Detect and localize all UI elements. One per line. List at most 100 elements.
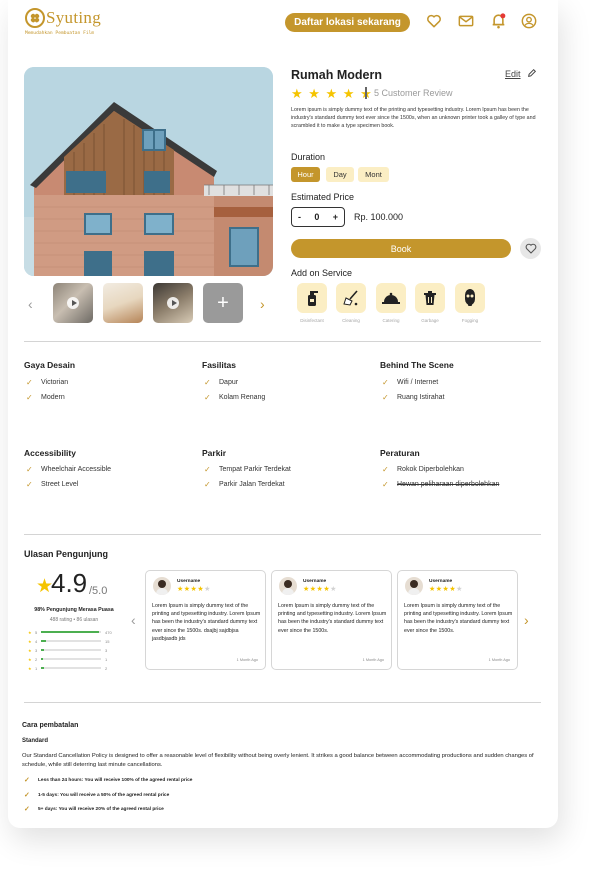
review-count[interactable]: 5 Customer Review xyxy=(374,88,453,98)
register-location-button[interactable]: Daftar lokasi sekarang xyxy=(285,13,410,32)
add-on-label: Add on Service xyxy=(291,268,353,278)
rating-bar-fill xyxy=(41,649,44,651)
check-icon: ✓ xyxy=(26,465,33,474)
heart-icon[interactable] xyxy=(426,13,442,29)
rating-stars: ★ ★ ★ ★ ★ xyxy=(291,86,373,101)
rating-bar-fill xyxy=(41,667,44,669)
review-stars: ★★★★★ xyxy=(303,586,337,593)
brand-name: Syuting xyxy=(46,8,102,27)
duration-label: Duration xyxy=(291,152,326,162)
main-photo[interactable] xyxy=(24,67,273,276)
rating-bar-track xyxy=(41,667,101,669)
section-divider xyxy=(24,702,541,703)
check-icon: ✓ xyxy=(204,465,211,474)
service-cleaning[interactable] xyxy=(336,283,366,313)
pencil-icon[interactable] xyxy=(527,68,537,81)
thumbnail-video-1[interactable] xyxy=(53,283,93,323)
rating-count: 3 xyxy=(105,647,108,653)
spray-bottle-icon xyxy=(308,291,318,306)
check-icon: ✓ xyxy=(382,393,389,402)
service-label: Fogging xyxy=(461,318,479,323)
reviewer-name: Username xyxy=(429,579,453,584)
feature-item: ✓ Tempat Parkir Terdekat xyxy=(204,465,291,474)
play-icon xyxy=(167,297,179,309)
rating-bar-fill xyxy=(41,640,46,642)
listing-title: Rumah Modern xyxy=(291,68,382,82)
check-icon: ✓ xyxy=(204,393,211,402)
feature-item: ✓ Street Level xyxy=(26,480,79,489)
decrement-button[interactable]: - xyxy=(298,212,301,222)
edit-link[interactable]: Edit xyxy=(505,69,521,79)
gaya-desain-heading: Gaya Desain xyxy=(24,360,76,370)
check-icon: ✓ xyxy=(204,378,211,387)
star-icon: ★ xyxy=(28,629,32,635)
add-photo-button[interactable]: + xyxy=(203,283,243,323)
cloche-icon xyxy=(382,292,400,304)
review-text: Lorem Ipsum is simply dummy text of the … xyxy=(152,603,261,642)
rating-count: 1 xyxy=(105,656,108,662)
price-value: Rp. 100.000 xyxy=(354,212,404,222)
check-icon: ✓ xyxy=(24,806,30,813)
average-score: 4.9 xyxy=(51,568,88,598)
bell-icon[interactable] xyxy=(490,13,506,29)
rating-counts: 488 rating • 86 ulasan xyxy=(49,617,99,623)
increment-button[interactable]: + xyxy=(333,212,338,222)
duration-hour-button[interactable]: Hour xyxy=(291,167,320,182)
trash-icon xyxy=(424,291,436,305)
feature-item: ✓ Modern xyxy=(26,393,65,402)
rating-bar-track xyxy=(41,640,101,642)
rating-bar-row: ★ 2 1 xyxy=(28,656,124,662)
duration-day-button[interactable]: Day xyxy=(326,167,354,182)
behind-the-scene-heading: Behind The Scene xyxy=(380,360,454,370)
cancellation-rule: ✓ Less than 24 hours: You will receive 10… xyxy=(24,777,193,784)
service-garbage[interactable] xyxy=(415,283,445,313)
mail-icon[interactable] xyxy=(458,13,474,29)
check-icon: ✓ xyxy=(26,378,33,387)
rating-count: 15 xyxy=(105,638,110,644)
service-catering[interactable] xyxy=(376,283,406,313)
check-icon: ✓ xyxy=(24,777,30,784)
quantity-value[interactable]: 0 xyxy=(314,212,319,222)
book-button[interactable]: Book xyxy=(291,239,511,258)
duration-month-button[interactable]: Mont xyxy=(358,167,389,182)
rating-count: 2 xyxy=(105,665,108,671)
rating-bar-track xyxy=(41,658,101,660)
check-icon: ✓ xyxy=(24,792,30,799)
reviews-next-button[interactable]: › xyxy=(524,612,529,628)
feature-item-disallowed: ✓ Hewan peliharaan diperbolehkan xyxy=(382,480,500,489)
brand-logo[interactable]: Syuting xyxy=(25,8,101,28)
review-card[interactable]: Username ★★★★★ Lorem Ipsum is simply dum… xyxy=(145,570,266,670)
gallery-next-button[interactable]: › xyxy=(260,296,265,312)
gallery-prev-button[interactable]: ‹ xyxy=(28,296,33,312)
heart-icon xyxy=(525,243,536,254)
service-fogging[interactable] xyxy=(455,283,485,313)
reviewer-name: Username xyxy=(303,579,327,584)
reviewer-name: Username xyxy=(177,579,201,584)
feature-item: ✓ Parkir Jalan Terdekat xyxy=(204,480,285,489)
thumbnail-photo-2[interactable] xyxy=(103,283,143,323)
avatar xyxy=(279,577,297,595)
review-text: Lorem Ipsum is simply dummy text of the … xyxy=(404,603,513,634)
review-card[interactable]: Username ★★★★★ Lorem Ipsum is simply dum… xyxy=(271,570,392,670)
check-icon: ✓ xyxy=(26,480,33,489)
section-divider xyxy=(24,341,541,342)
service-label: Garbage xyxy=(421,318,439,323)
user-icon[interactable] xyxy=(521,13,537,29)
section-divider xyxy=(24,534,541,535)
broom-icon xyxy=(343,290,358,306)
thumbnail-video-3[interactable] xyxy=(153,283,193,323)
favorite-button[interactable] xyxy=(520,238,541,259)
cancellation-policy-name: Standard xyxy=(22,738,49,744)
feature-item: ✓ Victorian xyxy=(26,378,69,387)
rating-bar-track xyxy=(41,649,101,651)
quantity-stepper: - 0 + xyxy=(291,207,345,227)
cancellation-heading: Cara pembatalan xyxy=(22,722,79,729)
rating-bar-track xyxy=(41,631,101,633)
service-disinfectant[interactable] xyxy=(297,283,327,313)
reviews-prev-button[interactable]: ‹ xyxy=(131,612,136,628)
check-icon: ✓ xyxy=(382,480,389,489)
feature-item: ✓ Ruang Istirahat xyxy=(382,393,445,402)
review-card[interactable]: Username ★★★★★ Lorem Ipsum is simply dum… xyxy=(397,570,518,670)
check-icon: ✓ xyxy=(382,378,389,387)
rating-bar-row: ★ 4 15 xyxy=(28,638,124,644)
